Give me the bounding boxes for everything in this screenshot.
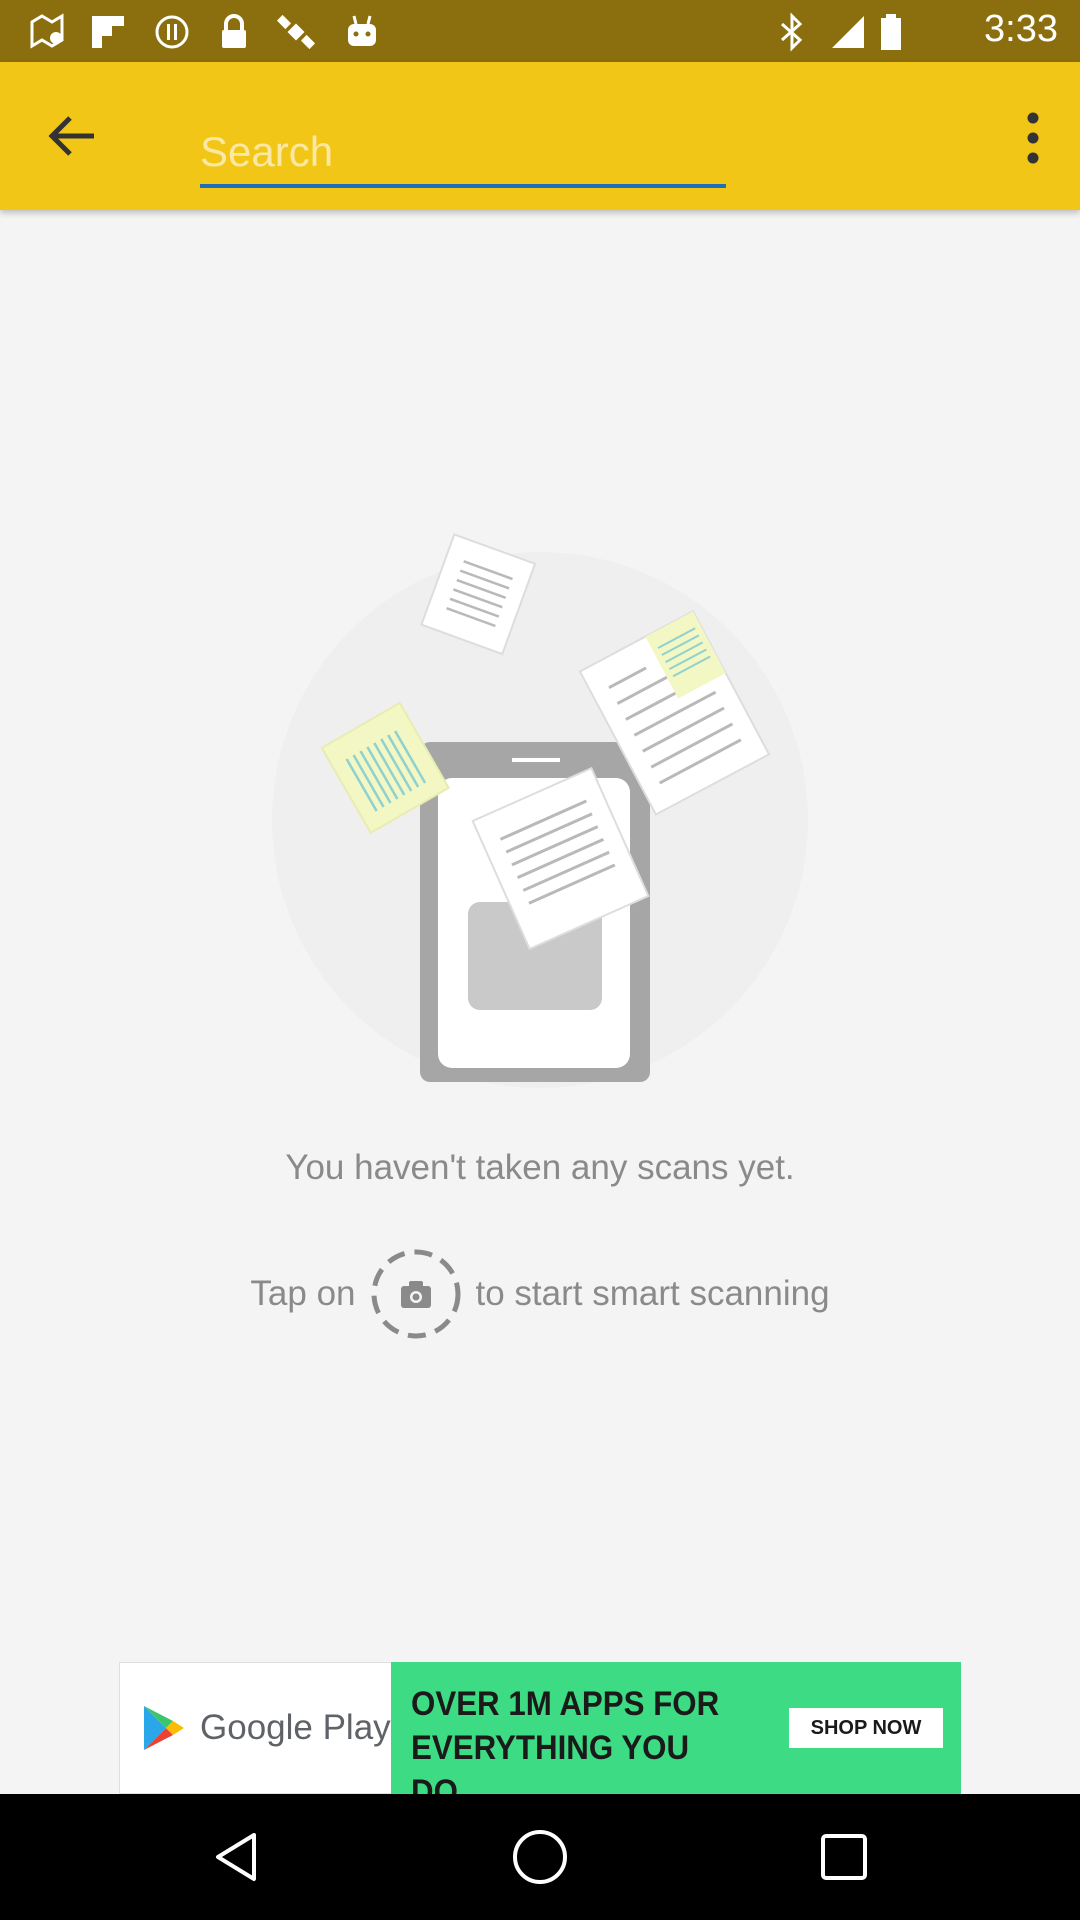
nav-recents-button[interactable]: [814, 1827, 874, 1887]
nav-home-button[interactable]: [510, 1827, 570, 1887]
recents-square-icon: [821, 1834, 867, 1880]
arrow-left-icon: [48, 116, 94, 156]
system-nav-bar: [0, 1794, 1080, 1920]
camera-icon: [371, 1249, 461, 1339]
ad-headline-line-1: OVER 1M APPS FOR: [411, 1685, 720, 1723]
signal-icon: [832, 16, 864, 48]
scan-hint: Tap on to start smart scanning: [0, 1246, 1080, 1342]
data-saver-icon: [155, 15, 189, 49]
back-triangle-icon: [216, 1833, 256, 1881]
search-field: [200, 120, 726, 188]
ad-brand-panel: Google Play: [119, 1662, 391, 1794]
search-input[interactable]: [200, 120, 726, 184]
android-icon: [348, 15, 376, 46]
status-bar: 3:33: [0, 0, 1080, 62]
satellite-icon: [276, 14, 316, 50]
back-button[interactable]: [38, 106, 108, 166]
hint-suffix: to start smart scanning: [475, 1274, 830, 1313]
lock-icon: [222, 14, 246, 48]
battery-icon: [881, 14, 901, 50]
flipboard-icon: [92, 16, 124, 48]
bluetooth-icon: [781, 12, 803, 52]
empty-state-title: You haven't taken any scans yet.: [285, 1148, 795, 1187]
home-circle-icon: [513, 1830, 567, 1884]
google-play-icon: [144, 1706, 184, 1750]
ad-content-panel: OVER 1M APPS FOR EVERYTHING YOU DO SHOP …: [391, 1662, 961, 1811]
app-bar: [0, 62, 1080, 210]
more-options-button[interactable]: [1008, 110, 1058, 166]
clock-time: 3:33: [984, 8, 1058, 50]
map-icon: [30, 13, 64, 49]
ad-brand-name: Google Play: [200, 1708, 391, 1747]
ad-banner[interactable]: Google Play OVER 1M APPS FOR EVERYTHING …: [119, 1662, 961, 1811]
shop-now-button[interactable]: SHOP NOW: [789, 1708, 943, 1748]
nav-back-button[interactable]: [206, 1827, 266, 1887]
camera-scan-button[interactable]: [370, 1248, 462, 1340]
hint-prefix: Tap on: [250, 1274, 356, 1313]
empty-state-illustration: [272, 533, 808, 1088]
more-vert-icon: [1027, 112, 1039, 164]
